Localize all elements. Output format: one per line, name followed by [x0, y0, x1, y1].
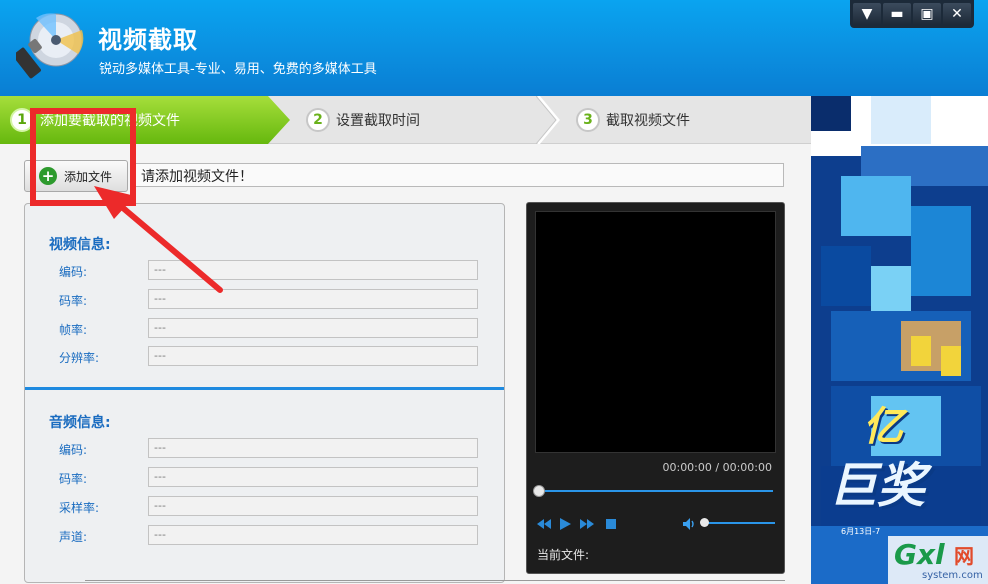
video-preview-screen — [535, 211, 776, 453]
window-controls: ▼ ▬ ▣ ✕ — [850, 0, 974, 28]
volume-handle[interactable] — [700, 518, 709, 527]
section-divider — [25, 387, 504, 390]
annotation-highlight-box — [30, 108, 136, 206]
video-bitrate-field: --- — [148, 289, 478, 309]
volume-slider[interactable] — [705, 522, 775, 524]
seek-bar[interactable] — [537, 490, 773, 492]
triangle-down-icon: ▼ — [861, 6, 873, 22]
video-framerate-field: --- — [148, 318, 478, 338]
video-bitrate-label: 码率: — [59, 294, 88, 308]
menu-button[interactable]: ▼ — [853, 3, 881, 25]
step-2-number: 2 — [306, 108, 330, 132]
step-2-label: 设置截取时间 — [336, 113, 420, 129]
audio-bitrate-field: --- — [148, 467, 478, 487]
step-3-tab[interactable]: 3 截取视频文件 — [566, 96, 690, 144]
volume-icon[interactable] — [682, 517, 696, 531]
app-logo-icon — [16, 13, 84, 79]
file-path-field[interactable]: 请添加视频文件！ — [134, 163, 784, 187]
audio-bitrate-label: 码率: — [59, 472, 88, 486]
close-button[interactable]: ✕ — [943, 3, 971, 25]
audio-channels-label: 声道: — [59, 530, 88, 544]
fast-forward-button[interactable] — [580, 517, 594, 531]
step-separator-icon — [536, 96, 560, 144]
video-framerate-label: 帧率: — [59, 323, 88, 337]
audio-samplerate-field: --- — [148, 496, 478, 516]
audio-samplerate-label: 采样率: — [59, 501, 100, 515]
play-button[interactable] — [558, 517, 572, 531]
rewind-button[interactable] — [537, 517, 551, 531]
square-icon: ▣ — [920, 6, 934, 22]
current-file-label: 当前文件: — [537, 548, 590, 562]
timecode-display: 00:00:00 / 00:00:00 — [662, 461, 772, 474]
bottom-divider — [85, 580, 785, 581]
video-codec-field: --- — [148, 260, 478, 280]
seek-handle[interactable] — [533, 485, 545, 497]
watermark-logo-text: Gxl — [894, 538, 945, 571]
ad-text-small: 6月13日-7 — [841, 527, 881, 536]
ad-text-large: 亿 — [863, 404, 903, 450]
audio-channels-field: --- — [148, 525, 478, 545]
ad-text-headline: 巨奖 — [829, 458, 926, 514]
video-codec-label: 编码: — [59, 265, 88, 279]
step-2-tab[interactable]: 2 设置截取时间 — [296, 96, 420, 144]
watermark-cn-text: 网 — [954, 544, 974, 568]
step-3-label: 截取视频文件 — [606, 113, 690, 129]
x-icon: ✕ — [951, 6, 963, 22]
app-header: 视频截取 锐动多媒体工具-专业、易用、免费的多媒体工具 ▼ ▬ ▣ ✕ — [0, 0, 988, 96]
audio-codec-label: 编码: — [59, 443, 88, 457]
maximize-button[interactable]: ▣ — [913, 3, 941, 25]
video-player: 00:00:00 / 00:00:00 当前文件: — [526, 202, 785, 574]
video-info-title: 视频信息: — [49, 237, 111, 253]
audio-codec-field: --- — [148, 438, 478, 458]
media-info-panel: 视频信息: 编码: --- 码率: --- 帧率: --- 分辨率: --- 音… — [24, 203, 505, 583]
minimize-button[interactable]: ▬ — [883, 3, 911, 25]
audio-info-title: 音频信息: — [49, 415, 111, 431]
step-3-number: 3 — [576, 108, 600, 132]
video-resolution-field: --- — [148, 346, 478, 366]
app-window: 视频截取 锐动多媒体工具-专业、易用、免费的多媒体工具 ▼ ▬ ▣ ✕ 1 添加… — [0, 0, 988, 584]
app-subtitle: 锐动多媒体工具-专业、易用、免费的多媒体工具 — [99, 62, 377, 77]
ad-banner[interactable]: 亿 巨奖 6月13日-7 — [811, 96, 988, 584]
site-watermark: Gxl 网 system.com — [888, 536, 988, 584]
watermark-domain: system.com — [922, 570, 983, 581]
stop-button[interactable] — [604, 517, 618, 531]
app-title: 视频截取 — [98, 26, 198, 54]
video-resolution-label: 分辨率: — [59, 351, 100, 365]
minus-icon: ▬ — [890, 6, 904, 22]
